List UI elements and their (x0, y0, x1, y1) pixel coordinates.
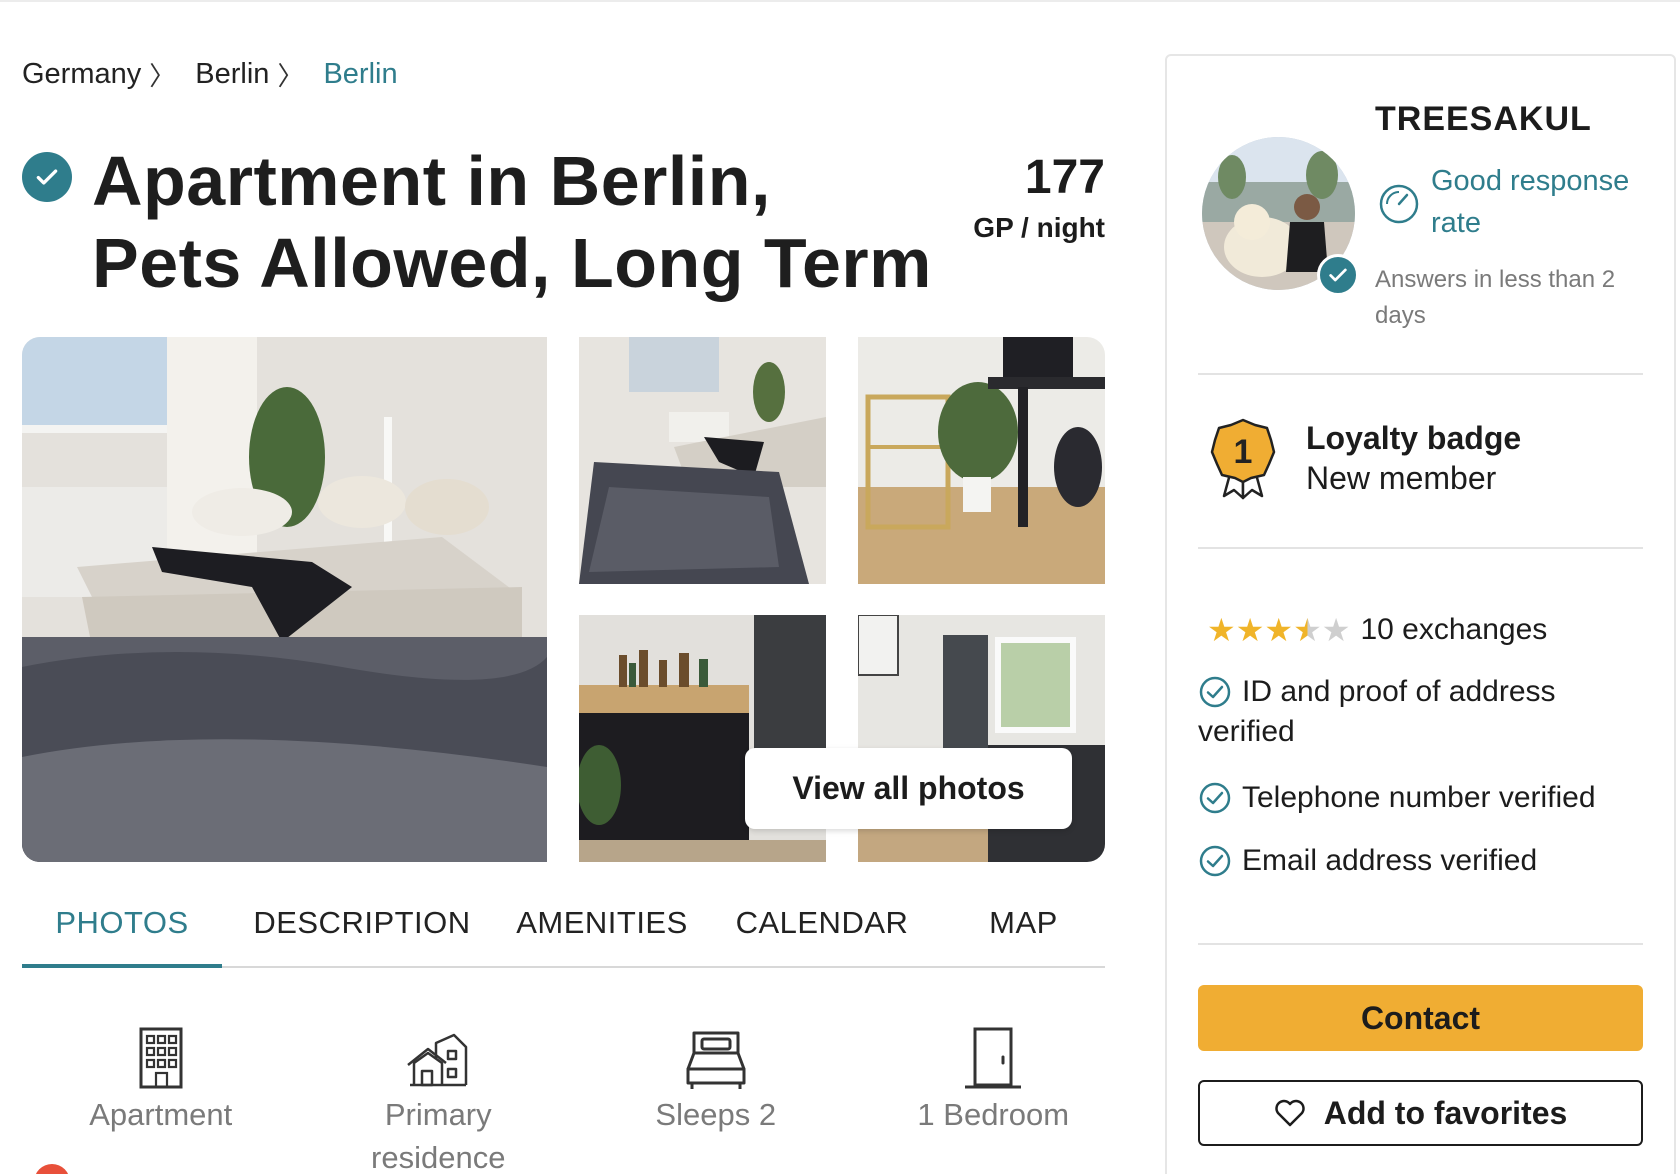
verification-label: Email address verified (1242, 844, 1538, 877)
tab-amenities[interactable]: AMENITIES (502, 880, 702, 966)
check-circle-icon (1199, 782, 1231, 814)
response-rate: Good response rate (1431, 165, 1630, 239)
tab-map[interactable]: MAP (942, 880, 1105, 966)
host-name[interactable]: TREESAKUL (1375, 100, 1592, 139)
divider (1198, 547, 1643, 549)
verification-label: ID and proof of address verified (1198, 675, 1556, 748)
loyalty-subtitle: New member (1306, 460, 1497, 496)
door-icon (961, 1025, 1025, 1091)
star-icon: ★ (1264, 612, 1294, 648)
add-to-favorites-label: Add to favorites (1323, 1094, 1568, 1131)
breadcrumb-berlin-region[interactable]: Berlin (195, 58, 269, 91)
feature-label: Primary residence (371, 1097, 506, 1174)
check-circle-icon (1199, 845, 1231, 877)
tab-calendar[interactable]: CALENDAR (702, 880, 942, 966)
verification-label: Telephone number verified (1242, 781, 1596, 814)
tab-photos[interactable]: PHOTOS (22, 880, 222, 968)
chevron-right-icon: 〉 (277, 61, 304, 91)
listing-features: Apartment Primary residence Sleeps 2 1 B… (22, 1025, 1132, 1174)
tab-description[interactable]: DESCRIPTION (222, 880, 502, 966)
gallery-photo-office[interactable] (858, 337, 1105, 584)
verification-phone: Telephone number verified (1198, 778, 1643, 818)
feature-sleeps: Sleeps 2 (577, 1025, 855, 1174)
building-icon (129, 1025, 193, 1091)
contact-button[interactable]: Contact (1198, 985, 1643, 1051)
rating-row: ★ ★ ★ ★ ★ 10 exchanges (1207, 612, 1547, 648)
main-photo[interactable] (22, 337, 547, 862)
breadcrumb-berlin-city[interactable]: Berlin (323, 58, 397, 91)
exchanges-count[interactable]: 10 exchanges (1360, 613, 1547, 647)
star-icon: ★ (1235, 612, 1265, 648)
verification-email: Email address verified (1198, 841, 1643, 881)
price-value: 177 (1024, 151, 1105, 204)
star-icon: ★ (1293, 612, 1322, 648)
speedometer-icon (1379, 184, 1419, 224)
feature-bedrooms: 1 Bedroom (855, 1025, 1133, 1174)
page-title: Apartment in Berlin, Pets Allowed, Long … (92, 140, 952, 304)
gallery-photo-living-room[interactable] (579, 337, 826, 584)
house-icon (406, 1025, 470, 1091)
verified-check-icon (1317, 254, 1359, 296)
breadcrumb-germany[interactable]: Germany (22, 58, 141, 91)
view-all-photos-button[interactable]: View all photos (745, 748, 1072, 829)
star-rating: ★ ★ ★ ★ ★ (1207, 612, 1350, 648)
divider (1198, 943, 1643, 945)
star-icon: ★ (1321, 612, 1351, 648)
feature-label: Apartment (89, 1097, 233, 1132)
chevron-right-icon: 〉 (149, 61, 176, 91)
feature-primary-residence: Primary residence (300, 1025, 578, 1174)
heart-icon (1274, 1099, 1305, 1127)
verified-check-icon (22, 152, 72, 202)
price-block: 177 GP / night (900, 150, 1105, 244)
feature-apartment: Apartment (22, 1025, 300, 1174)
price-unit: GP / night (973, 212, 1105, 243)
divider (1198, 373, 1643, 375)
loyalty-badge-icon: 1 (1210, 418, 1276, 500)
title-line-1: Apartment in Berlin, (92, 142, 771, 220)
photo-gallery: View all photos (22, 337, 1105, 862)
breadcrumb: Germany 〉 Berlin 〉 Berlin (22, 56, 398, 93)
feature-label: 1 Bedroom (917, 1097, 1070, 1132)
title-line-2: Pets Allowed, Long Term (92, 224, 932, 302)
section-tabs: PHOTOS DESCRIPTION AMENITIES CALENDAR MA… (22, 880, 1105, 968)
add-to-favorites-button[interactable]: Add to favorites (1198, 1080, 1643, 1146)
feature-label: Sleeps 2 (655, 1097, 777, 1132)
top-border (0, 0, 1680, 2)
verification-id: ID and proof of address verified (1198, 672, 1643, 752)
loyalty-badge-number: 1 (1234, 433, 1253, 471)
check-circle-icon (1199, 676, 1231, 708)
loyalty-title: Loyalty badge (1306, 420, 1522, 456)
star-icon: ★ (1207, 612, 1236, 648)
answers-time: Answers in less than 2 days (1375, 266, 1616, 329)
bed-icon (684, 1025, 748, 1091)
